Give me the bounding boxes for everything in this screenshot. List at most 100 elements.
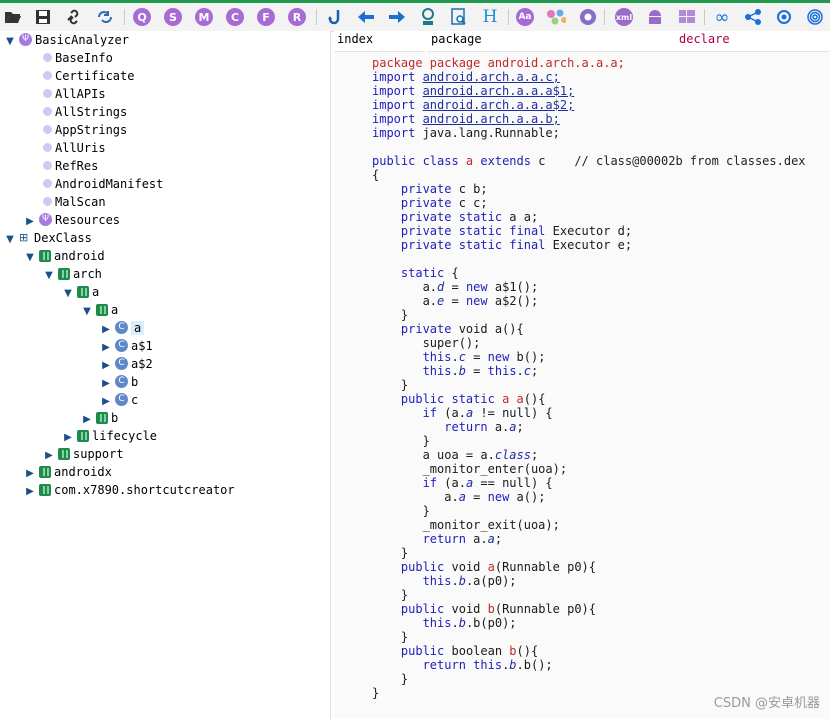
analyzer-icon: Ψ bbox=[19, 33, 32, 46]
h-icon[interactable]: H bbox=[480, 7, 500, 27]
editor-tabs: index package declare bbox=[334, 31, 830, 52]
toolbar-separator bbox=[704, 9, 705, 25]
chevron-down-icon[interactable]: ▼ bbox=[43, 267, 55, 285]
chevron-right-icon[interactable]: ▶ bbox=[24, 483, 36, 501]
xml-icon[interactable]: xml bbox=[614, 7, 634, 27]
package-icon bbox=[39, 249, 51, 262]
code-editor[interactable]: package package android.arch.a.a.a; impo… bbox=[334, 52, 830, 719]
package-icon bbox=[77, 285, 89, 298]
tree-item[interactable]: AndroidManifest bbox=[40, 175, 163, 193]
bullet-icon bbox=[43, 143, 52, 152]
tree-node-android[interactable]: ▼ android bbox=[24, 247, 104, 267]
class-icon: C bbox=[115, 357, 128, 370]
tree-item[interactable]: AllStrings bbox=[40, 103, 127, 121]
tree-class-a1[interactable]: ▶ Ca$1 bbox=[100, 337, 153, 355]
toolbar: Q S M C F R H Aa xml ∞ bbox=[0, 3, 830, 32]
tree-class-c[interactable]: ▶ Cc bbox=[100, 391, 138, 409]
forward-arrow-icon[interactable] bbox=[387, 7, 407, 27]
package-icon bbox=[39, 465, 51, 478]
android-icon[interactable] bbox=[645, 7, 665, 27]
tree-class-b[interactable]: ▶ Cb bbox=[100, 373, 138, 391]
chevron-down-icon[interactable]: ▼ bbox=[62, 285, 74, 303]
gear-icon[interactable] bbox=[578, 7, 598, 27]
aa-icon[interactable]: Aa bbox=[515, 7, 535, 27]
class-icon: C bbox=[115, 321, 128, 334]
find-doc-icon[interactable] bbox=[449, 7, 469, 27]
tree-node-basicanalyzer[interactable]: ▼ Ψ BasicAnalyzer bbox=[4, 31, 129, 49]
bullet-icon bbox=[43, 179, 52, 188]
link-icon[interactable] bbox=[64, 7, 84, 27]
project-tree[interactable]: ▼ Ψ BasicAnalyzer BaseInfo Certificate All… bbox=[0, 31, 331, 719]
person-icon[interactable] bbox=[418, 7, 438, 27]
tab-index[interactable]: index bbox=[334, 31, 425, 52]
sun-icon[interactable] bbox=[774, 7, 794, 27]
dex-tree-icon: ⊞ bbox=[19, 230, 29, 244]
back-arrow-icon[interactable] bbox=[356, 7, 376, 27]
tree-node-b[interactable]: ▶ b bbox=[81, 409, 118, 427]
resources-icon: Ψ bbox=[39, 213, 52, 226]
tree-node-a-inner[interactable]: ▼ a bbox=[81, 301, 118, 319]
package-icon bbox=[77, 429, 89, 442]
class-icon: C bbox=[115, 375, 128, 388]
tree-node-arch[interactable]: ▼ arch bbox=[43, 265, 102, 283]
class-icon: C bbox=[115, 393, 128, 406]
f-icon[interactable]: F bbox=[256, 7, 276, 27]
bullet-icon bbox=[43, 89, 52, 98]
dots-icon[interactable] bbox=[546, 7, 566, 27]
bullet-icon bbox=[43, 71, 52, 80]
toolbar-separator bbox=[604, 9, 605, 25]
open-icon[interactable] bbox=[3, 7, 23, 27]
tree-item[interactable]: AppStrings bbox=[40, 121, 127, 139]
tree-class-a2[interactable]: ▶ Ca$2 bbox=[100, 355, 153, 373]
package-icon bbox=[39, 483, 51, 496]
tree-node-lifecycle[interactable]: ▶ lifecycle bbox=[62, 427, 157, 445]
infinity-icon[interactable]: ∞ bbox=[712, 7, 732, 28]
tree-node-dexclass[interactable]: ▼ ⊞ DexClass bbox=[4, 229, 92, 247]
c-icon[interactable]: C bbox=[225, 7, 245, 27]
m-icon[interactable]: M bbox=[194, 7, 214, 27]
refresh-icon[interactable] bbox=[95, 7, 115, 27]
r-icon[interactable]: R bbox=[287, 7, 307, 27]
tab-declare[interactable]: declare bbox=[676, 31, 829, 52]
windows-icon[interactable] bbox=[677, 7, 697, 27]
tree-node-support[interactable]: ▶ support bbox=[43, 445, 123, 463]
bullet-icon bbox=[43, 125, 52, 134]
bullet-icon bbox=[43, 197, 52, 206]
tab-package[interactable]: package bbox=[428, 31, 677, 52]
chevron-down-icon[interactable]: ▼ bbox=[24, 249, 36, 267]
tree-item[interactable]: MalScan bbox=[40, 193, 106, 211]
chevron-down-icon[interactable]: ▼ bbox=[4, 33, 16, 51]
tree-class-a[interactable]: ▶ Ca bbox=[100, 319, 145, 337]
toolbar-separator bbox=[124, 9, 125, 25]
package-icon bbox=[96, 303, 108, 316]
package-icon bbox=[96, 411, 108, 424]
toolbar-separator bbox=[316, 9, 317, 25]
tree-node-androidx[interactable]: ▶ androidx bbox=[24, 463, 112, 481]
bullet-icon bbox=[43, 53, 52, 62]
tree-node-shortcutcreator[interactable]: ▶ com.x7890.shortcutcreator bbox=[24, 481, 234, 501]
selected-class-label: a bbox=[131, 321, 145, 335]
watermark: CSDN @安卓机器 bbox=[713, 696, 820, 711]
jump-icon[interactable] bbox=[325, 7, 345, 27]
tree-item[interactable]: AllUris bbox=[40, 139, 106, 157]
tree-item[interactable]: Certificate bbox=[40, 67, 134, 85]
package-line: package android.arch.a.a.a; bbox=[429, 56, 625, 70]
s-icon[interactable]: S bbox=[163, 7, 183, 27]
fingerprint-icon[interactable] bbox=[805, 7, 825, 27]
package-icon bbox=[58, 447, 70, 460]
source-code[interactable]: package package android.arch.a.a.a; impo… bbox=[372, 56, 806, 700]
chevron-down-icon[interactable]: ▼ bbox=[4, 231, 16, 249]
tree-node-a[interactable]: ▼ a bbox=[62, 283, 99, 301]
bullet-icon bbox=[43, 161, 52, 170]
q-icon[interactable]: Q bbox=[132, 7, 152, 27]
tree-item[interactable]: RefRes bbox=[40, 157, 98, 175]
bullet-icon bbox=[43, 107, 52, 116]
package-icon bbox=[58, 267, 70, 280]
tree-node-resources[interactable]: ▶ Ψ Resources bbox=[24, 211, 120, 229]
chevron-down-icon[interactable]: ▼ bbox=[81, 303, 93, 321]
save-icon[interactable] bbox=[33, 7, 53, 27]
class-icon: C bbox=[115, 339, 128, 352]
share-icon[interactable] bbox=[743, 7, 763, 27]
tree-item[interactable]: BaseInfo bbox=[40, 49, 113, 67]
tree-item[interactable]: AllAPIs bbox=[40, 85, 106, 103]
